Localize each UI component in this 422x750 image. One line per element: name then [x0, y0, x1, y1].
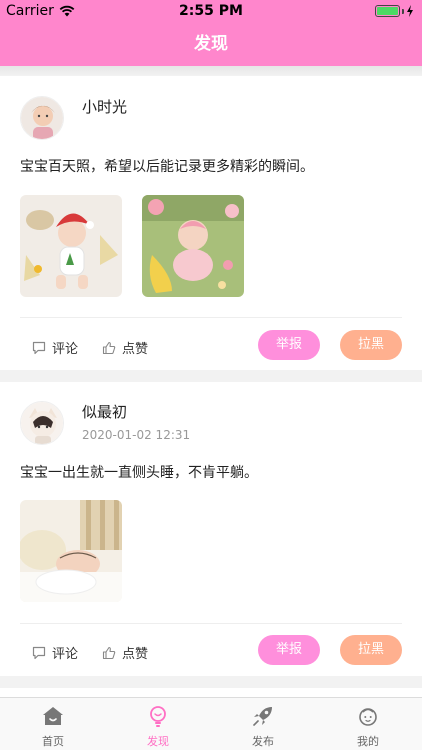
- post-card: 似最初 2020-01-02 12:31 宝宝一出生就一直侧头睡，不肯平躺。 评…: [0, 382, 422, 676]
- thumbs-up-icon: [102, 341, 116, 354]
- post-card: 小时光 宝宝百天照，希望以后能记录更多精彩的瞬间。 评论 点赞 举报 拉黑: [0, 76, 422, 370]
- tab-profile-label: 我的: [357, 735, 379, 748]
- tab-bar: 首页 发现 发布 我的: [0, 697, 422, 750]
- post-divider: [20, 623, 402, 624]
- avatar[interactable]: [20, 96, 64, 140]
- comment-icon: [32, 646, 46, 659]
- tab-publish-label: 发布: [252, 735, 274, 748]
- bulb-icon: [150, 706, 166, 727]
- report-button[interactable]: 举报: [258, 330, 320, 360]
- comment-label: 评论: [52, 647, 79, 662]
- comment-button[interactable]: 评论: [32, 338, 78, 357]
- like-label: 点赞: [122, 342, 149, 357]
- page-title: 发现: [194, 34, 228, 54]
- post-username[interactable]: 小时光: [82, 96, 127, 117]
- tab-home-label: 首页: [42, 735, 64, 748]
- post-username[interactable]: 似最初: [82, 401, 127, 422]
- post-text: 宝宝百天照，希望以后能记录更多精彩的瞬间。: [20, 159, 314, 175]
- tab-profile[interactable]: 我的: [338, 698, 398, 750]
- nav-bar: 发现: [0, 24, 422, 66]
- tab-publish[interactable]: 发布: [233, 698, 293, 750]
- rocket-icon: [253, 707, 272, 726]
- post-photo[interactable]: [20, 500, 122, 602]
- comment-button[interactable]: 评论: [32, 643, 78, 662]
- tab-discover[interactable]: 发现: [128, 698, 188, 750]
- status-bar: Carrier 2:55 PM: [0, 0, 422, 24]
- home-icon: [43, 707, 63, 725]
- like-label: 点赞: [122, 647, 149, 662]
- post-photo[interactable]: [142, 195, 244, 297]
- tab-home[interactable]: 首页: [23, 698, 83, 750]
- clock: 2:55 PM: [179, 3, 243, 19]
- like-button[interactable]: 点赞: [102, 643, 148, 662]
- battery-icon: [375, 5, 414, 17]
- face-icon: [359, 708, 377, 726]
- block-button[interactable]: 拉黑: [340, 635, 402, 665]
- avatar[interactable]: [20, 401, 64, 445]
- tab-discover-label: 发现: [147, 735, 169, 748]
- report-button[interactable]: 举报: [258, 635, 320, 665]
- post-divider: [20, 317, 402, 318]
- post-photo[interactable]: [20, 195, 122, 297]
- block-button[interactable]: 拉黑: [340, 330, 402, 360]
- post-text: 宝宝一出生就一直侧头睡，不肯平躺。: [20, 465, 258, 481]
- like-button[interactable]: 点赞: [102, 338, 148, 357]
- thumbs-up-icon: [102, 646, 116, 659]
- nav-divider: [0, 66, 422, 76]
- post-timestamp: 2020-01-02 12:31: [82, 428, 191, 442]
- comment-icon: [32, 341, 46, 354]
- comment-label: 评论: [52, 342, 79, 357]
